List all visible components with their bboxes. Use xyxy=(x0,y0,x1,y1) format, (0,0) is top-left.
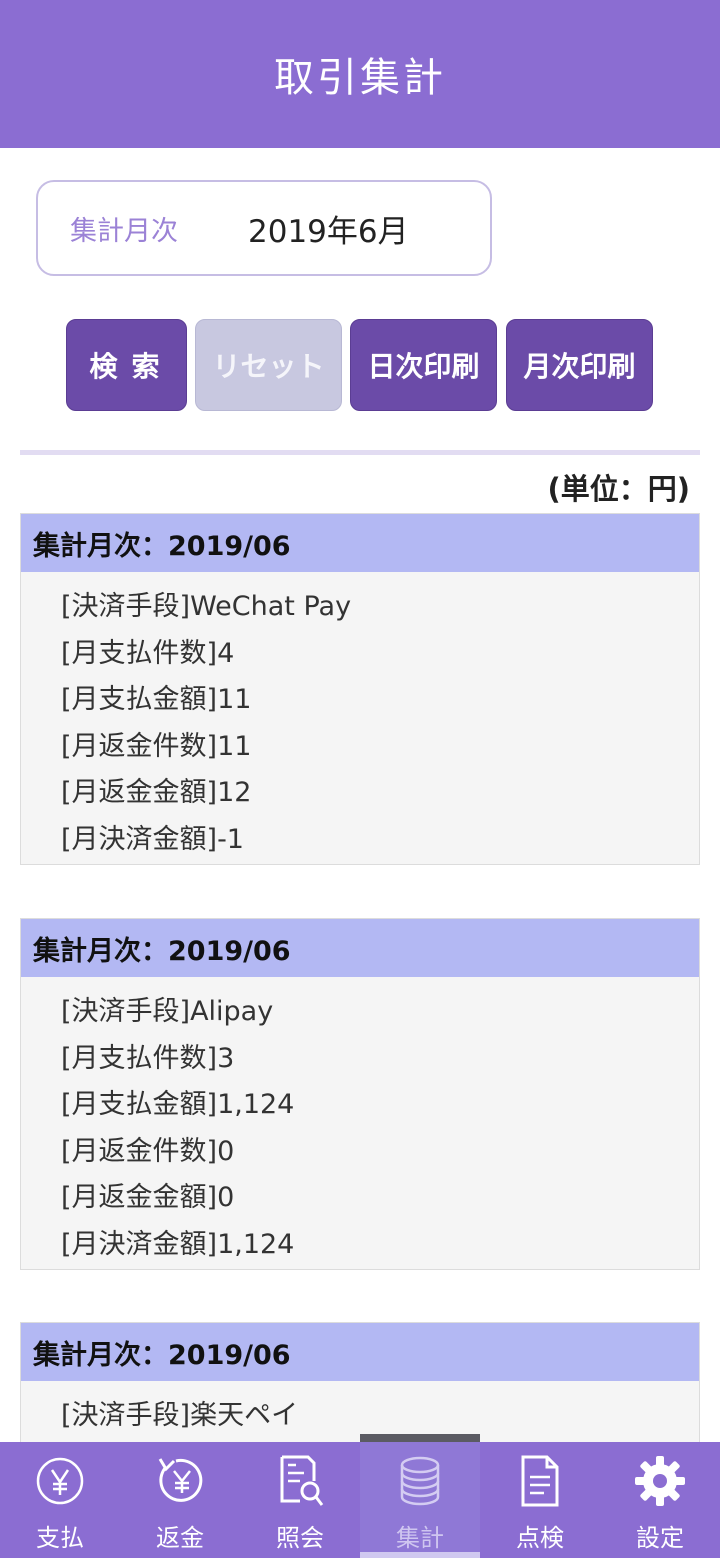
tab-label: 点検 xyxy=(516,1524,564,1552)
card-row: [月返金金額]0 xyxy=(61,1182,235,1214)
card-row: [月決済金額]-1 xyxy=(61,823,244,855)
tab-summary[interactable]: 集計 xyxy=(360,1434,480,1558)
summary-card: 集計月次：2019/06 [決済手段]WeChat Pay [月支払件数]4 [… xyxy=(20,513,700,865)
gear-icon xyxy=(632,1452,688,1510)
summary-card: 集計月次：2019/06 [決済手段]Alipay [月支払件数]3 [月支払金… xyxy=(20,918,700,1270)
tab-label: 支払 xyxy=(36,1524,84,1552)
tab-check[interactable]: 点検 xyxy=(480,1442,600,1558)
tab-refund[interactable]: 返金 xyxy=(120,1442,240,1558)
card-row: [決済手段]Alipay xyxy=(61,996,274,1027)
card-title: 集計月次：2019/06 xyxy=(21,1323,699,1381)
tab-label: 設定 xyxy=(636,1524,684,1552)
yen-refund-icon xyxy=(152,1452,208,1510)
unit-label: (単位：円) xyxy=(547,472,690,506)
card-row: [月支払金額]1,124 xyxy=(61,1089,295,1121)
card-row: [月返金件数]11 xyxy=(61,730,252,762)
document-search-icon xyxy=(272,1452,328,1510)
tab-settings[interactable]: 設定 xyxy=(600,1442,720,1558)
card-row: [月決済金額]1,124 xyxy=(61,1228,295,1260)
daily-print-button[interactable]: 日次印刷 xyxy=(350,319,497,411)
search-button[interactable]: 検索 xyxy=(66,319,187,411)
yen-circle-icon xyxy=(32,1452,88,1510)
tab-label: 返金 xyxy=(156,1524,204,1552)
tab-label: 集計 xyxy=(396,1524,444,1552)
card-title: 集計月次：2019/06 xyxy=(21,919,699,977)
app-header: 取引集計 xyxy=(0,0,720,148)
card-body: [決済手段]WeChat Pay [月支払件数]4 [月支払金額]11 [月返金… xyxy=(21,572,699,864)
card-row: [決済手段]楽天ペイ xyxy=(61,1400,299,1431)
card-row: [月返金件数]0 xyxy=(61,1135,235,1167)
page-title: 取引集計 xyxy=(274,55,446,101)
tab-inquiry[interactable]: 照会 xyxy=(240,1442,360,1558)
card-body: [決済手段]楽天ペイ xyxy=(21,1381,699,1440)
document-list-icon xyxy=(512,1452,568,1510)
month-selector[interactable]: 集計月次 2019年6月 xyxy=(36,180,492,276)
coin-stack-icon xyxy=(392,1452,448,1510)
card-row: [月支払金額]11 xyxy=(61,684,252,716)
card-row: [月支払件数]4 xyxy=(61,637,235,669)
section-divider xyxy=(20,450,700,455)
card-row: [月返金金額]12 xyxy=(61,777,252,809)
month-label: 集計月次 xyxy=(70,215,178,247)
card-body: [決済手段]Alipay [月支払件数]3 [月支払金額]1,124 [月返金件… xyxy=(21,977,699,1269)
tab-label: 照会 xyxy=(276,1524,324,1552)
card-title: 集計月次：2019/06 xyxy=(21,514,699,572)
card-row: [決済手段]WeChat Pay xyxy=(61,591,352,622)
card-row: [月支払件数]3 xyxy=(61,1042,235,1074)
bottom-tab-bar: 支払 返金 照会 集計 点検 設定 xyxy=(0,1434,720,1558)
month-value[interactable]: 2019年6月 xyxy=(248,206,409,251)
monthly-print-button[interactable]: 月次印刷 xyxy=(506,319,653,411)
tab-payment[interactable]: 支払 xyxy=(0,1442,120,1558)
reset-button[interactable]: リセット xyxy=(195,319,342,411)
